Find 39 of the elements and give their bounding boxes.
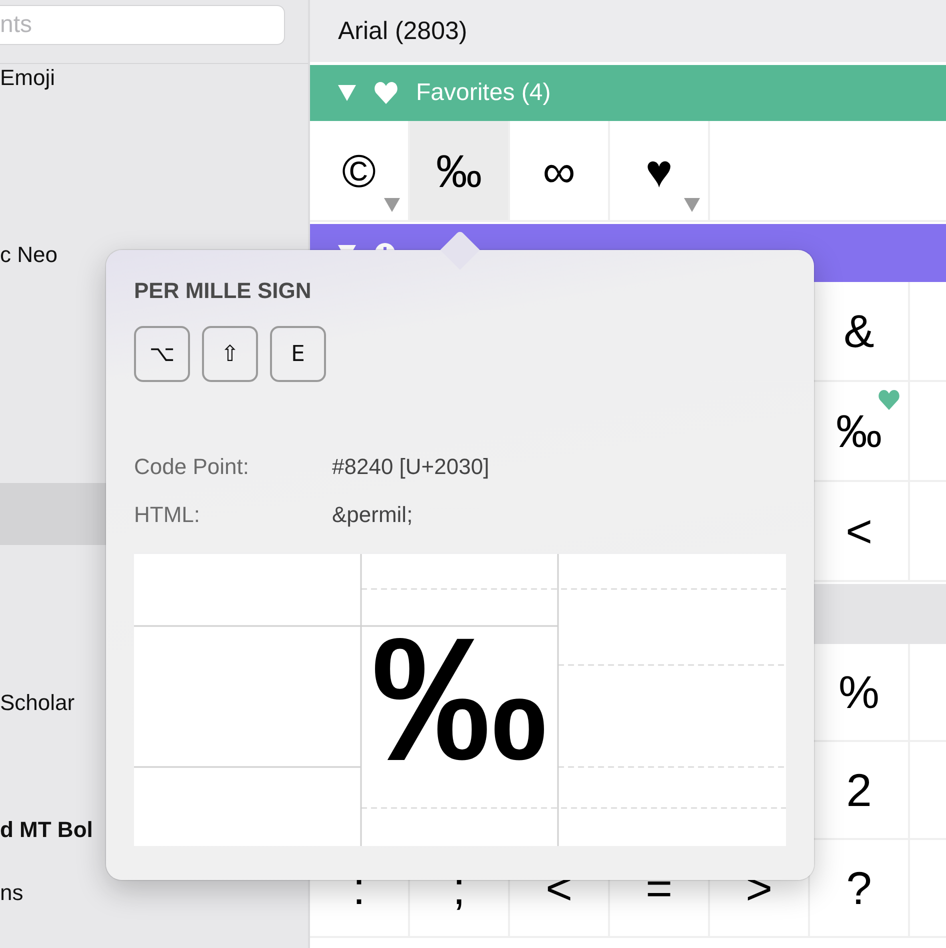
key-cap: E: [270, 326, 326, 382]
character-cell[interactable]: ♥: [610, 121, 710, 222]
character-cell[interactable]: ‰: [410, 121, 510, 222]
character-glyph: ‰: [836, 408, 882, 454]
font-name[interactable]: ns: [0, 880, 24, 906]
preview-glyph: ‰: [372, 612, 548, 788]
character-glyph: ♥: [645, 148, 673, 194]
font-name[interactable]: Scholar: [0, 690, 75, 716]
info-label: Code Point:: [134, 454, 250, 480]
caret-icon[interactable]: [684, 198, 700, 212]
key-cap: ⌥: [134, 326, 190, 382]
info-value: &permil;: [332, 502, 414, 528]
font-title: Arial (2803): [338, 16, 468, 46]
character-name: PER MILLE SIGN: [134, 278, 312, 304]
character-glyph: ∞: [542, 148, 576, 194]
character-glyph: 2: [846, 767, 872, 813]
character-glyph: %: [838, 669, 880, 715]
search-field[interactable]: nts: [0, 5, 285, 45]
character-glyph: ?: [846, 865, 872, 911]
character-glyph: :: [352, 865, 366, 911]
info-label: HTML:: [134, 502, 201, 528]
key-cap: ⇧: [202, 326, 258, 382]
character-glyph: ©: [342, 148, 376, 194]
info-value: #8240 [U+2030]: [332, 454, 490, 480]
section-title: Favorites (4): [416, 79, 551, 107]
font-name[interactable]: Emoji: [0, 65, 56, 91]
character-cell[interactable]: ∞: [510, 121, 610, 222]
font-name[interactable]: c Neo: [0, 242, 58, 268]
character-glyph: ;: [452, 865, 466, 911]
character-glyph: <: [846, 508, 872, 554]
character-cell[interactable]: ©: [310, 121, 410, 222]
character-glyph: &: [844, 308, 874, 354]
caret-icon[interactable]: [384, 198, 400, 212]
heart-icon: [374, 81, 398, 105]
character-glyph: =: [646, 865, 672, 911]
character-cell[interactable]: ?: [810, 840, 910, 938]
expand-triangle-icon[interactable]: [338, 85, 356, 101]
font-name[interactable]: d MT Bol: [0, 817, 93, 843]
character-glyph: ‰: [436, 148, 482, 194]
